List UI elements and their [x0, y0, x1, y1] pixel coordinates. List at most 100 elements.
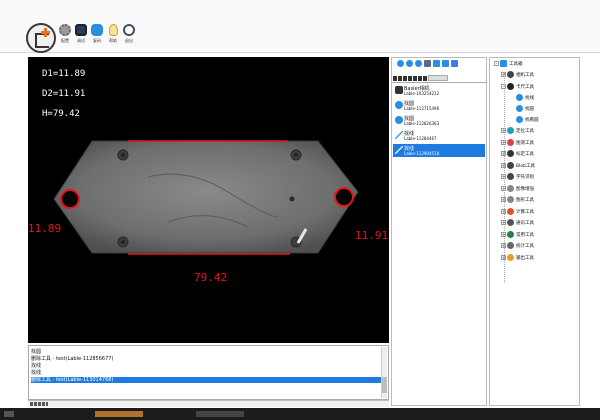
item-sub: Lable-112715496: [404, 106, 440, 111]
tree-item[interactable]: + 统计工具: [501, 242, 534, 251]
expand-icon[interactable]: +: [501, 151, 506, 156]
tree-item-label: 找椭圆: [525, 118, 539, 123]
item-sub: Lable-103254212: [404, 91, 440, 96]
log-line[interactable]: 找线: [31, 370, 41, 376]
log-line-selected[interactable]: 删除工具 - test(Lable-113014768): [31, 377, 381, 383]
save-icon[interactable]: [451, 60, 458, 67]
log-panel[interactable]: 找圆 删除工具 - test(Lable-112856677) 找线 找线 删除…: [28, 345, 389, 400]
debug-button[interactable]: 调试: [74, 24, 88, 44]
list-item[interactable]: 找线 Lable-11284467: [393, 129, 485, 142]
item-sub: Lable-11284467: [404, 136, 437, 141]
image-viewer[interactable]: D1=11.89 D2=11.91 H=79.42 11.89 11.91 79…: [28, 57, 389, 343]
lock-button[interactable]: 复码: [90, 24, 104, 44]
tree-item[interactable]: + 定位工具: [501, 127, 534, 136]
log-line[interactable]: 找线: [31, 363, 41, 369]
run-icon[interactable]: [397, 60, 404, 67]
tree-item[interactable]: + 计算工具: [501, 207, 534, 217]
tree-item-label: 图像增强: [516, 186, 534, 192]
process-nav-icon[interactable]: [393, 76, 427, 81]
tree-item[interactable]: + 字符识别: [501, 173, 534, 182]
tree-item[interactable]: + 常用工具: [501, 230, 534, 240]
tree-item[interactable]: 找圆: [516, 105, 534, 114]
tab-process[interactable]: [428, 75, 448, 81]
expand-icon[interactable]: +: [501, 162, 506, 168]
camera-icon: [395, 86, 403, 94]
stop-icon[interactable]: [415, 60, 422, 67]
lock-icon: [91, 24, 103, 36]
tree-item-label: 图测工具: [516, 140, 534, 146]
debug-label: 调试: [77, 38, 85, 43]
expand-icon[interactable]: +: [501, 220, 506, 225]
expand-icon[interactable]: +: [501, 231, 506, 237]
list-item-selected[interactable]: 找线 Lable-112904518: [393, 144, 485, 157]
exit-button[interactable]: 退出: [122, 24, 136, 44]
tree-item[interactable]: + 通讯工具: [501, 219, 534, 228]
right-hole: [334, 187, 354, 207]
inspection-image: [53, 140, 359, 255]
line-icon: [516, 94, 523, 101]
tree-item[interactable]: + 图像增强: [501, 184, 534, 194]
expand-icon[interactable]: +: [501, 185, 506, 191]
run-once-icon[interactable]: [406, 60, 413, 67]
copy-icon[interactable]: [433, 60, 440, 67]
expand-icon[interactable]: +: [501, 72, 506, 77]
tree-item-label: 标定工具: [516, 152, 534, 157]
stats-icon: [507, 242, 514, 249]
cut-icon[interactable]: [424, 60, 431, 67]
expand-icon[interactable]: +: [501, 254, 506, 260]
log-scrollbar[interactable]: [381, 347, 387, 398]
collapse-icon[interactable]: -: [494, 61, 499, 66]
taskbar-app[interactable]: [95, 411, 143, 417]
config-label: 配置: [61, 38, 69, 43]
common-icon: [507, 230, 514, 238]
line-icon: [394, 145, 404, 155]
calc-icon: [507, 207, 514, 215]
list-item[interactable]: 找圆 Lable-112715496: [393, 99, 485, 112]
toolbox-icon: [500, 60, 507, 67]
exit-label: 退出: [125, 38, 133, 43]
line-icon: [394, 130, 404, 140]
expand-icon[interactable]: +: [501, 174, 506, 179]
expand-icon[interactable]: -: [501, 83, 506, 89]
tree-item[interactable]: 找线: [516, 94, 534, 103]
expand-icon[interactable]: +: [501, 128, 506, 133]
calibrate-icon: [507, 150, 514, 157]
ellipse-icon: [516, 116, 523, 123]
paste-icon[interactable]: [442, 60, 449, 67]
list-item[interactable]: Basler相机 Lable-103254212: [393, 84, 485, 97]
lightbulb-icon: [108, 24, 118, 36]
expand-icon[interactable]: +: [501, 243, 506, 248]
tree-item[interactable]: + 图测工具: [501, 138, 534, 148]
tree-item-label: 常用工具: [516, 232, 534, 238]
help-label: 帮助: [109, 38, 117, 43]
config-button[interactable]: 配置: [58, 24, 72, 44]
taskbar-app[interactable]: [196, 411, 244, 417]
shape-icon: [507, 196, 514, 203]
tree-item[interactable]: + 图形工具: [501, 196, 534, 205]
log-line[interactable]: 找圆: [31, 349, 41, 355]
tree-item[interactable]: 找椭圆: [516, 116, 539, 125]
list-item[interactable]: 找圆 Lable-112826363: [393, 114, 485, 127]
expand-icon[interactable]: +: [501, 197, 506, 202]
log-nav-icon[interactable]: [30, 402, 48, 406]
process-panel: Basler相机 Lable-103254212 找圆 Lable-112715…: [391, 57, 487, 406]
tree-item-label: 输出工具: [516, 255, 534, 261]
start-icon[interactable]: [4, 411, 14, 417]
tree-item-label: 找圆: [525, 107, 534, 112]
tree-item-label: 卡尺工具: [516, 84, 534, 90]
tree-item[interactable]: + Blob工具: [501, 161, 535, 171]
tree-item[interactable]: + 相机工具: [501, 71, 534, 80]
help-button[interactable]: 帮助: [106, 24, 120, 44]
lock-label: 复码: [93, 38, 101, 43]
expand-icon[interactable]: +: [501, 139, 506, 145]
tree-item-label: 找线: [525, 96, 534, 101]
comm-icon: [507, 219, 514, 226]
tree-root[interactable]: - 工具箱: [494, 60, 523, 69]
length-value: 79.42: [194, 271, 228, 284]
tree-item[interactable]: + 标定工具: [501, 150, 534, 159]
tree-item[interactable]: + 输出工具: [501, 253, 534, 263]
expand-icon[interactable]: +: [501, 208, 506, 214]
log-tab-strip: [28, 400, 389, 407]
log-line[interactable]: 删除工具 - test(Lable-112856677): [31, 356, 113, 362]
tree-item[interactable]: - 卡尺工具: [501, 82, 534, 92]
